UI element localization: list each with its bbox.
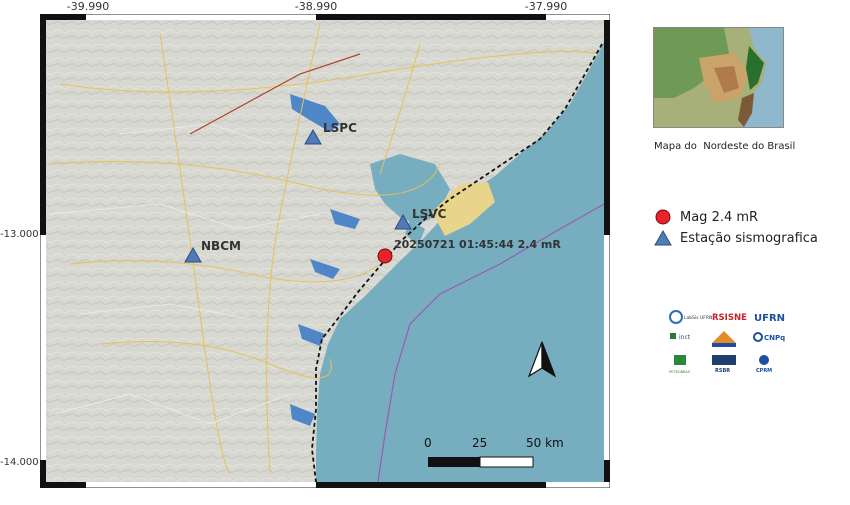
- frame-band: [40, 14, 86, 20]
- latitude-tick-label: -13.000: [0, 229, 39, 240]
- station-label: LSPC: [323, 121, 357, 135]
- inset-caption: Mapa do Nordeste do Brasil: [654, 141, 796, 152]
- frame-band: [40, 20, 46, 235]
- legend-station: Estação sismografica: [654, 229, 818, 247]
- frame-band: [40, 482, 86, 488]
- scale-bar-segment: [479, 456, 534, 468]
- red-circle-icon: [654, 208, 672, 226]
- scale-label: 50 km: [526, 436, 564, 450]
- inset-map: [653, 27, 784, 128]
- petrobras-logo-icon: [674, 355, 686, 365]
- frame-band: [316, 14, 546, 20]
- logos-canvas: LabSis UFRN RSISNE UFRN inct CNPq PETROB…: [669, 310, 785, 374]
- map-frame: LSPC LSVC NBCM 20250721 01:45:44 2.4 mR …: [39, 13, 611, 489]
- inct-logo-icon: [670, 333, 676, 339]
- event-label: 20250721 01:45:44 2.4 mR: [394, 238, 561, 251]
- rsbr-logo-icon: [712, 355, 736, 365]
- geology-logo-icon: [712, 331, 736, 343]
- frame-band: [604, 460, 610, 482]
- rsisne-logo: RSISNE: [712, 313, 747, 323]
- frame-band: [316, 482, 546, 488]
- inct-logo: inct: [679, 334, 691, 341]
- institution-logos: LabSis UFRN RSISNE UFRN inct CNPq PETROB…: [668, 309, 794, 379]
- ufrn-logo: UFRN: [754, 313, 785, 324]
- latitude-tick-label: -14.000: [0, 457, 39, 468]
- longitude-tick-label: -38.990: [294, 0, 338, 13]
- longitude-tick-label: -39.990: [66, 0, 110, 13]
- legend-event-label: Mag 2.4 mR: [680, 209, 759, 225]
- cprm-logo: CPRM: [756, 368, 772, 374]
- frame-band: [604, 20, 610, 235]
- labsis-logo: LabSis UFRN: [684, 315, 712, 321]
- scale-label: 0: [424, 436, 432, 450]
- rsbr-logo: RSBR: [715, 368, 730, 374]
- longitude-tick-label: -37.990: [524, 0, 568, 13]
- scale-label: 25: [472, 436, 487, 450]
- cnpq-logo-icon: [753, 332, 763, 342]
- scale-bar-segment: [428, 457, 480, 467]
- petrobras-logo: PETROBRAS: [669, 370, 691, 374]
- cnpq-logo: CNPq: [764, 334, 785, 342]
- labsis-logo-icon: [669, 310, 683, 324]
- geology-logo-bar: [712, 343, 736, 347]
- inset-map-canvas: [654, 28, 783, 127]
- station-label: LSVC: [412, 207, 447, 221]
- map-canvas: LSPC LSVC NBCM 20250721 01:45:44 2.4 mR …: [39, 13, 611, 489]
- legend-station-label: Estação sismografica: [680, 230, 818, 246]
- legend-event: Mag 2.4 mR: [654, 208, 758, 226]
- station-label: NBCM: [201, 239, 241, 253]
- blue-triangle-icon: [654, 229, 672, 247]
- frame-band: [40, 460, 46, 482]
- cprm-logo-icon: [759, 355, 769, 365]
- event-marker: [377, 248, 393, 264]
